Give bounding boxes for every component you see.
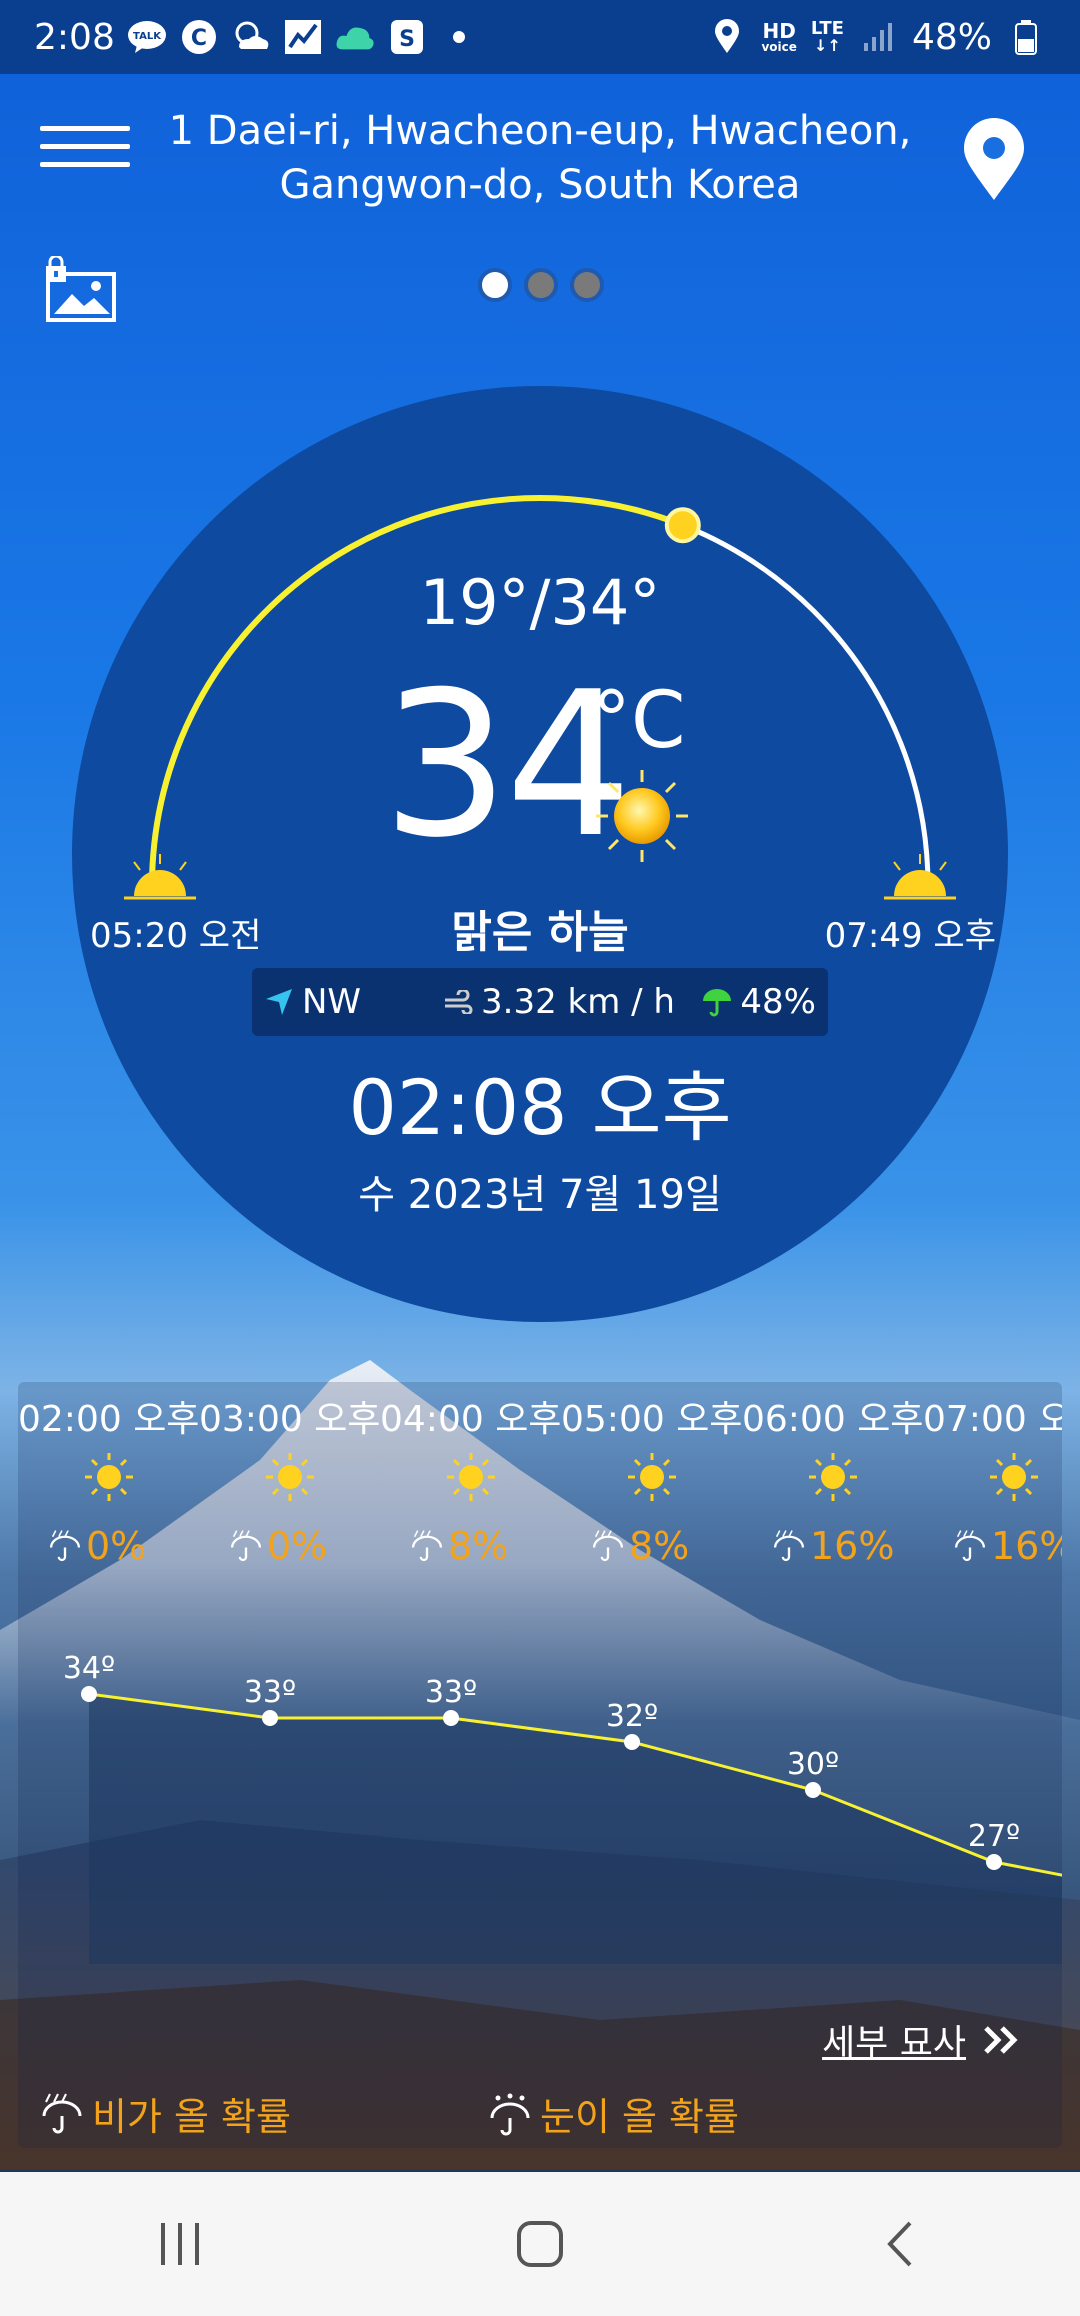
back-button[interactable] (840, 2194, 960, 2294)
menu-button[interactable] (40, 126, 130, 192)
temperature-point (986, 1854, 1002, 1870)
more-notifications-dot-icon (439, 17, 479, 57)
page-indicator[interactable] (478, 268, 604, 302)
home-button[interactable] (480, 2194, 600, 2294)
recent-apps-icon (161, 2223, 199, 2265)
double-chevron-right-icon (984, 2026, 1018, 2054)
sun-position-marker (664, 507, 701, 544)
temp-range: 19°/34° (419, 566, 661, 639)
location-status-icon (707, 17, 747, 57)
hamburger-icon (40, 126, 130, 167)
snow-umbrella-icon (490, 2093, 530, 2135)
page-dot-3[interactable] (570, 268, 604, 302)
weather-notification-icon (231, 17, 271, 57)
status-bar: 2:08 TALK C S HD voice LTE ↓↑ 48% (0, 0, 1080, 74)
location-button[interactable] (962, 118, 1026, 202)
weather-condition: 맑은 하늘 (451, 907, 629, 958)
temperature-point (443, 1710, 459, 1726)
c-label: C (191, 26, 207, 51)
s-app-notification-icon: S (387, 17, 427, 57)
location-title: 1 Daei-ri, Hwacheon-eup, Hwacheon, Gangw… (150, 104, 930, 212)
hourly-forecast-panel[interactable]: 07:00 오후16%06:00 오후16%05:00 오후8%04:00 오후… (18, 1382, 1062, 2148)
stocks-notification-icon (283, 17, 323, 57)
temperature-point (262, 1710, 278, 1726)
detail-link-label: 세부 묘사 (822, 2023, 966, 2064)
back-chevron-icon (887, 2221, 912, 2267)
detail-description-link[interactable]: 세부 묘사 (822, 2014, 1022, 2066)
temperature-label: 30º (787, 1747, 839, 1782)
rain-umbrella-icon (42, 2093, 82, 2133)
wind-direction-icon (266, 989, 292, 1015)
temperature-unit: °C (592, 676, 686, 766)
temperature-label: 33º (425, 1675, 477, 1710)
hourly-forecast-strip[interactable]: 07:00 오후16%06:00 오후16%05:00 오후8%04:00 오후… (18, 1382, 1062, 1964)
kakaotalk-notification-icon: TALK (127, 17, 167, 57)
rain-probability-legend: 비가 올 확률 (40, 2086, 291, 2141)
sun-icon (596, 770, 688, 862)
recent-apps-button[interactable] (120, 2194, 240, 2294)
wind-speed-icon (445, 990, 473, 1014)
s-label: S (399, 27, 415, 52)
humidity-percent: 48% (740, 982, 816, 1022)
page-dot-2[interactable] (524, 268, 558, 302)
temperature-curve: 34º 33º 33º 32º 30º 27º (63, 1651, 1062, 1964)
wind-speed: 3.32 km / h (481, 982, 675, 1022)
talk-label: TALK (133, 31, 162, 42)
page-dot-1[interactable] (478, 268, 512, 302)
current-time: 02:08 오후 (348, 1063, 732, 1152)
signal-strength-icon (858, 17, 898, 57)
hd-voice-indicator: HD voice (761, 21, 796, 53)
snow-legend-label: 눈이 올 확률 (540, 2095, 739, 2139)
temperature-point (624, 1734, 640, 1750)
navigation-bar (0, 2172, 1080, 2316)
location-pin-icon (964, 118, 1024, 200)
temperature-point (81, 1686, 97, 1702)
temperature-label: 34º (63, 1651, 115, 1686)
wind-direction: NW (302, 982, 362, 1022)
lte-indicator: LTE ↓↑ (811, 20, 844, 54)
status-time: 2:08 (34, 16, 115, 58)
home-icon (517, 2221, 563, 2267)
sunset-icon (884, 854, 956, 900)
header: 1 Daei-ri, Hwacheon-eup, Hwacheon, Gangw… (0, 100, 1080, 220)
temperature-point (805, 1782, 821, 1798)
current-weather-circle: 19°/34° 34 °C 05:20 오전 07:49 오후 맑은 하늘 NW… (72, 386, 1008, 1322)
current-date: 수 2023년 7월 19일 (358, 1172, 722, 1218)
data-arrows-icon: ↓↑ (814, 36, 841, 55)
cloud-notification-icon (335, 17, 375, 57)
sunrise-icon (124, 854, 196, 900)
wallpaper-button[interactable] (44, 254, 118, 322)
voice-label: voice (761, 40, 797, 54)
rain-legend-label: 비가 올 확률 (92, 2095, 291, 2139)
temperature-label: 27º (968, 1819, 1020, 1854)
temperature-label: 33º (244, 1675, 296, 1710)
temperature-label: 32º (606, 1699, 658, 1734)
wallpaper-lock-icon (46, 254, 116, 322)
hd-label: HD (762, 19, 796, 43)
umbrella-icon (703, 989, 732, 1017)
wind-info-panel: NW 3.32 km / h 48% (252, 968, 828, 1036)
location-line-1: 1 Daei-ri, Hwacheon-eup, Hwacheon, (168, 108, 912, 154)
location-line-2: Gangwon-do, South Korea (279, 162, 801, 208)
c-app-notification-icon: C (179, 17, 219, 57)
battery-percent: 48% (911, 16, 992, 58)
snow-probability-legend: 눈이 올 확률 (488, 2086, 739, 2141)
battery-icon (1006, 17, 1046, 57)
